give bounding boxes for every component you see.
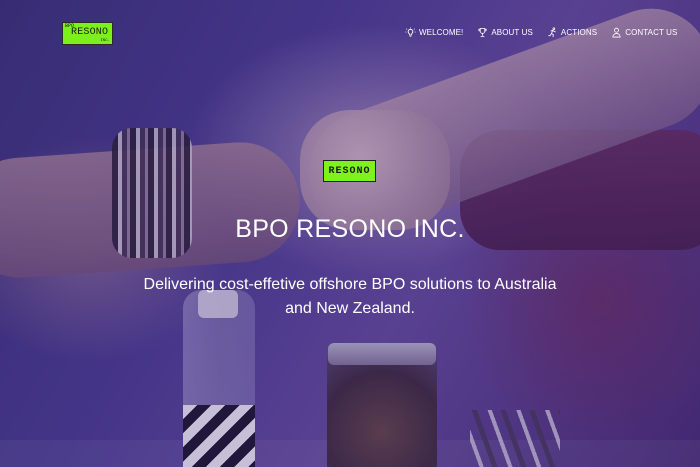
logo-main-text: RESONO — [71, 27, 109, 38]
person-icon — [612, 27, 621, 38]
hero-title: BPO RESONO INC. — [235, 215, 465, 243]
site-logo[interactable]: BPO RESONO INC. — [62, 22, 113, 45]
nav-item-contact-us[interactable]: CONTACT US — [611, 27, 677, 38]
nav-item-label: CONTACT US — [625, 28, 678, 37]
logo-sub-text: INC. — [100, 39, 110, 43]
running-person-icon — [548, 27, 556, 38]
hero-badge: RESONO — [323, 160, 376, 182]
nav-item-label: ABOUT US — [491, 28, 533, 37]
nav-item-label: ACTIONS — [560, 28, 598, 37]
hero-subtitle: Delivering cost-effetive offshore BPO so… — [143, 276, 557, 317]
nav-item-about-us[interactable]: ABOUT US — [477, 27, 533, 38]
nav-item-label: WELCOME! — [419, 28, 464, 37]
lightbulb-icon — [405, 27, 416, 37]
nav-item-actions[interactable]: ACTIONS — [547, 27, 597, 38]
trophy-icon — [478, 27, 488, 38]
main-nav: WELCOME! ABOUT US ACTIONS CONTACT US — [405, 27, 691, 38]
nav-item-welcome[interactable]: WELCOME! — [405, 27, 463, 38]
